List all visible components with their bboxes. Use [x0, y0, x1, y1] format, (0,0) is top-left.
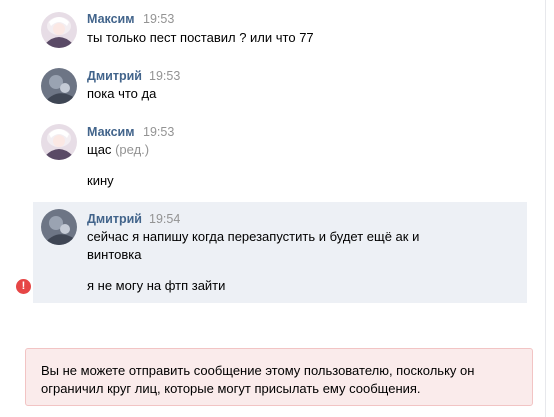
message-text-content: щас	[87, 142, 112, 157]
avatar[interactable]	[41, 68, 77, 104]
message-text: сейчас я напишу когда перезапустить и бу…	[87, 229, 420, 244]
message-text: винтовка	[87, 247, 142, 262]
message-text: кину	[87, 173, 114, 188]
message-text: я не могу на фтп зайти	[87, 278, 226, 293]
message-author[interactable]: Дмитрий	[87, 212, 142, 226]
message-text: щас (ред.)	[87, 141, 149, 159]
message-time[interactable]: 19:53	[143, 12, 174, 26]
message-author[interactable]: Максим	[87, 12, 135, 26]
message-time[interactable]: 19:53	[149, 69, 180, 83]
message-text: ты только пест поставил ? или что 77	[87, 30, 314, 45]
avatar[interactable]	[41, 124, 77, 160]
blocked-notice-text: Вы не можете отправить сообщение этому п…	[41, 363, 475, 396]
message-text: пока что да	[87, 86, 157, 101]
message-author[interactable]: Максим	[87, 125, 135, 139]
avatar[interactable]	[41, 12, 77, 48]
send-error-icon[interactable]: !	[16, 279, 31, 294]
edited-label[interactable]: (ред.)	[115, 142, 149, 157]
message-time[interactable]: 19:54	[149, 212, 180, 226]
blocked-notice: Вы не можете отправить сообщение этому п…	[25, 348, 533, 406]
avatar[interactable]	[41, 209, 77, 245]
panel-border	[545, 0, 546, 417]
message-time[interactable]: 19:53	[143, 125, 174, 139]
message-author[interactable]: Дмитрий	[87, 69, 142, 83]
